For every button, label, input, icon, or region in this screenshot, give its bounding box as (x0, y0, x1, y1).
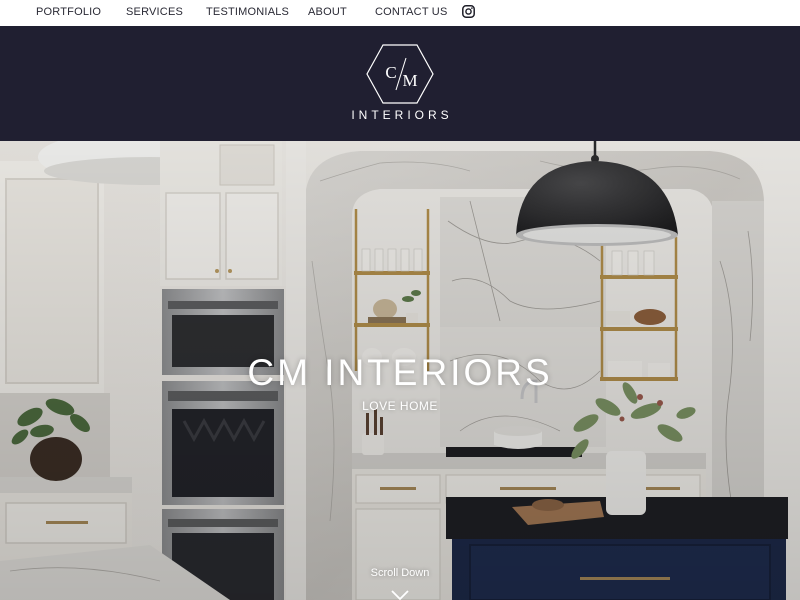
chevron-down-icon[interactable] (390, 590, 410, 600)
logo-monogram[interactable]: C M (366, 44, 434, 104)
nav-services[interactable]: SERVICES (126, 6, 183, 18)
header-band: C M INTERIORS (0, 26, 800, 141)
hero-section: CM INTERIORS LOVE HOME Scroll Down (0, 141, 800, 600)
top-nav: PORTFOLIO SERVICES TESTIMONIALS ABOUT CO… (0, 0, 800, 26)
nav-contact-us[interactable]: CONTACT US (375, 6, 448, 18)
instagram-icon[interactable] (462, 5, 475, 18)
nav-testimonials[interactable]: TESTIMONIALS (206, 6, 289, 18)
logo-letter-m: M (402, 71, 417, 90)
hero-subtitle: LOVE HOME (362, 399, 438, 413)
hero-title: CM INTERIORS (247, 352, 553, 393)
nav-portfolio[interactable]: PORTFOLIO (36, 6, 101, 18)
logo-letter-c: C (385, 63, 396, 82)
nav-about[interactable]: ABOUT (308, 6, 347, 18)
scroll-down-link[interactable]: Scroll Down (350, 567, 450, 579)
logo-wordmark: INTERIORS (351, 108, 453, 122)
